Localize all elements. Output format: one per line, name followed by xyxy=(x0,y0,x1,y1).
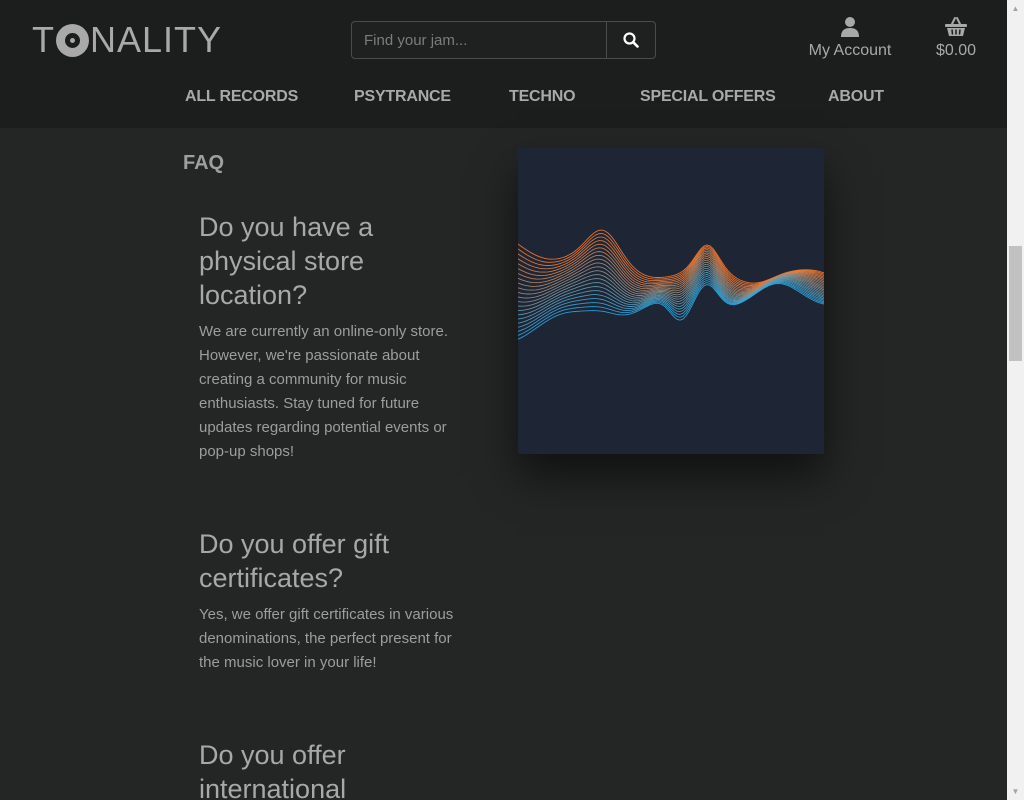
faq-item: Do you offer gift certificates? Yes, we … xyxy=(199,527,474,675)
sound-wave-image xyxy=(518,148,824,454)
page-title: FAQ xyxy=(183,152,225,174)
main-nav: ALL RECORDS PSYTRANCE TECHNO SPECIAL OFF… xyxy=(0,88,1007,112)
basket-link[interactable]: $0.00 xyxy=(930,16,982,60)
nav-item-about[interactable]: ABOUT xyxy=(828,88,884,106)
search-bar xyxy=(351,21,656,59)
logo-text-prefix: T xyxy=(32,19,55,60)
site-logo[interactable]: T NALITY xyxy=(32,18,222,62)
wave-line xyxy=(518,280,824,332)
faq-question: Do you offer gift certificates? xyxy=(199,529,390,593)
faq-answer: We are currently an online-only store. H… xyxy=(199,323,449,460)
scroll-down-arrow-icon[interactable]: ▼ xyxy=(1007,783,1024,800)
basket-total: $0.00 xyxy=(935,42,977,59)
site-header: T NALITY My Account xyxy=(0,0,1007,128)
faq-item: Do you offer international xyxy=(199,738,399,800)
scrollbar-thumb[interactable] xyxy=(1009,246,1022,361)
nav-item-techno[interactable]: TECHNO xyxy=(509,88,576,106)
vinyl-disc-icon xyxy=(56,23,89,57)
nav-item-all-records[interactable]: ALL RECORDS xyxy=(185,88,298,106)
sound-wave-graphic xyxy=(518,229,824,340)
basket-icon xyxy=(945,17,967,36)
search-button[interactable] xyxy=(606,22,655,58)
faq-question: Do you offer international xyxy=(199,740,347,800)
search-icon xyxy=(623,32,639,48)
page-scrollbar[interactable]: ▲ ▼ xyxy=(1007,0,1024,800)
scroll-up-arrow-icon[interactable]: ▲ xyxy=(1007,0,1024,17)
nav-item-psytrance[interactable]: PSYTRANCE xyxy=(354,88,451,106)
my-account-link[interactable]: My Account xyxy=(806,16,894,60)
faq-item: Do you have a physical store location? W… xyxy=(199,210,474,464)
faq-answer: Yes, we offer gift certificates in vario… xyxy=(199,606,454,671)
user-icon xyxy=(841,17,859,37)
faq-question: Do you have a physical store location? xyxy=(199,212,374,310)
wave-line xyxy=(518,229,824,284)
my-account-label: My Account xyxy=(808,42,892,59)
page-viewport: T NALITY My Account xyxy=(0,0,1007,800)
nav-item-special-offers[interactable]: SPECIAL OFFERS xyxy=(640,88,776,106)
search-input[interactable] xyxy=(352,22,606,58)
logo-text-suffix: NALITY xyxy=(90,19,223,60)
